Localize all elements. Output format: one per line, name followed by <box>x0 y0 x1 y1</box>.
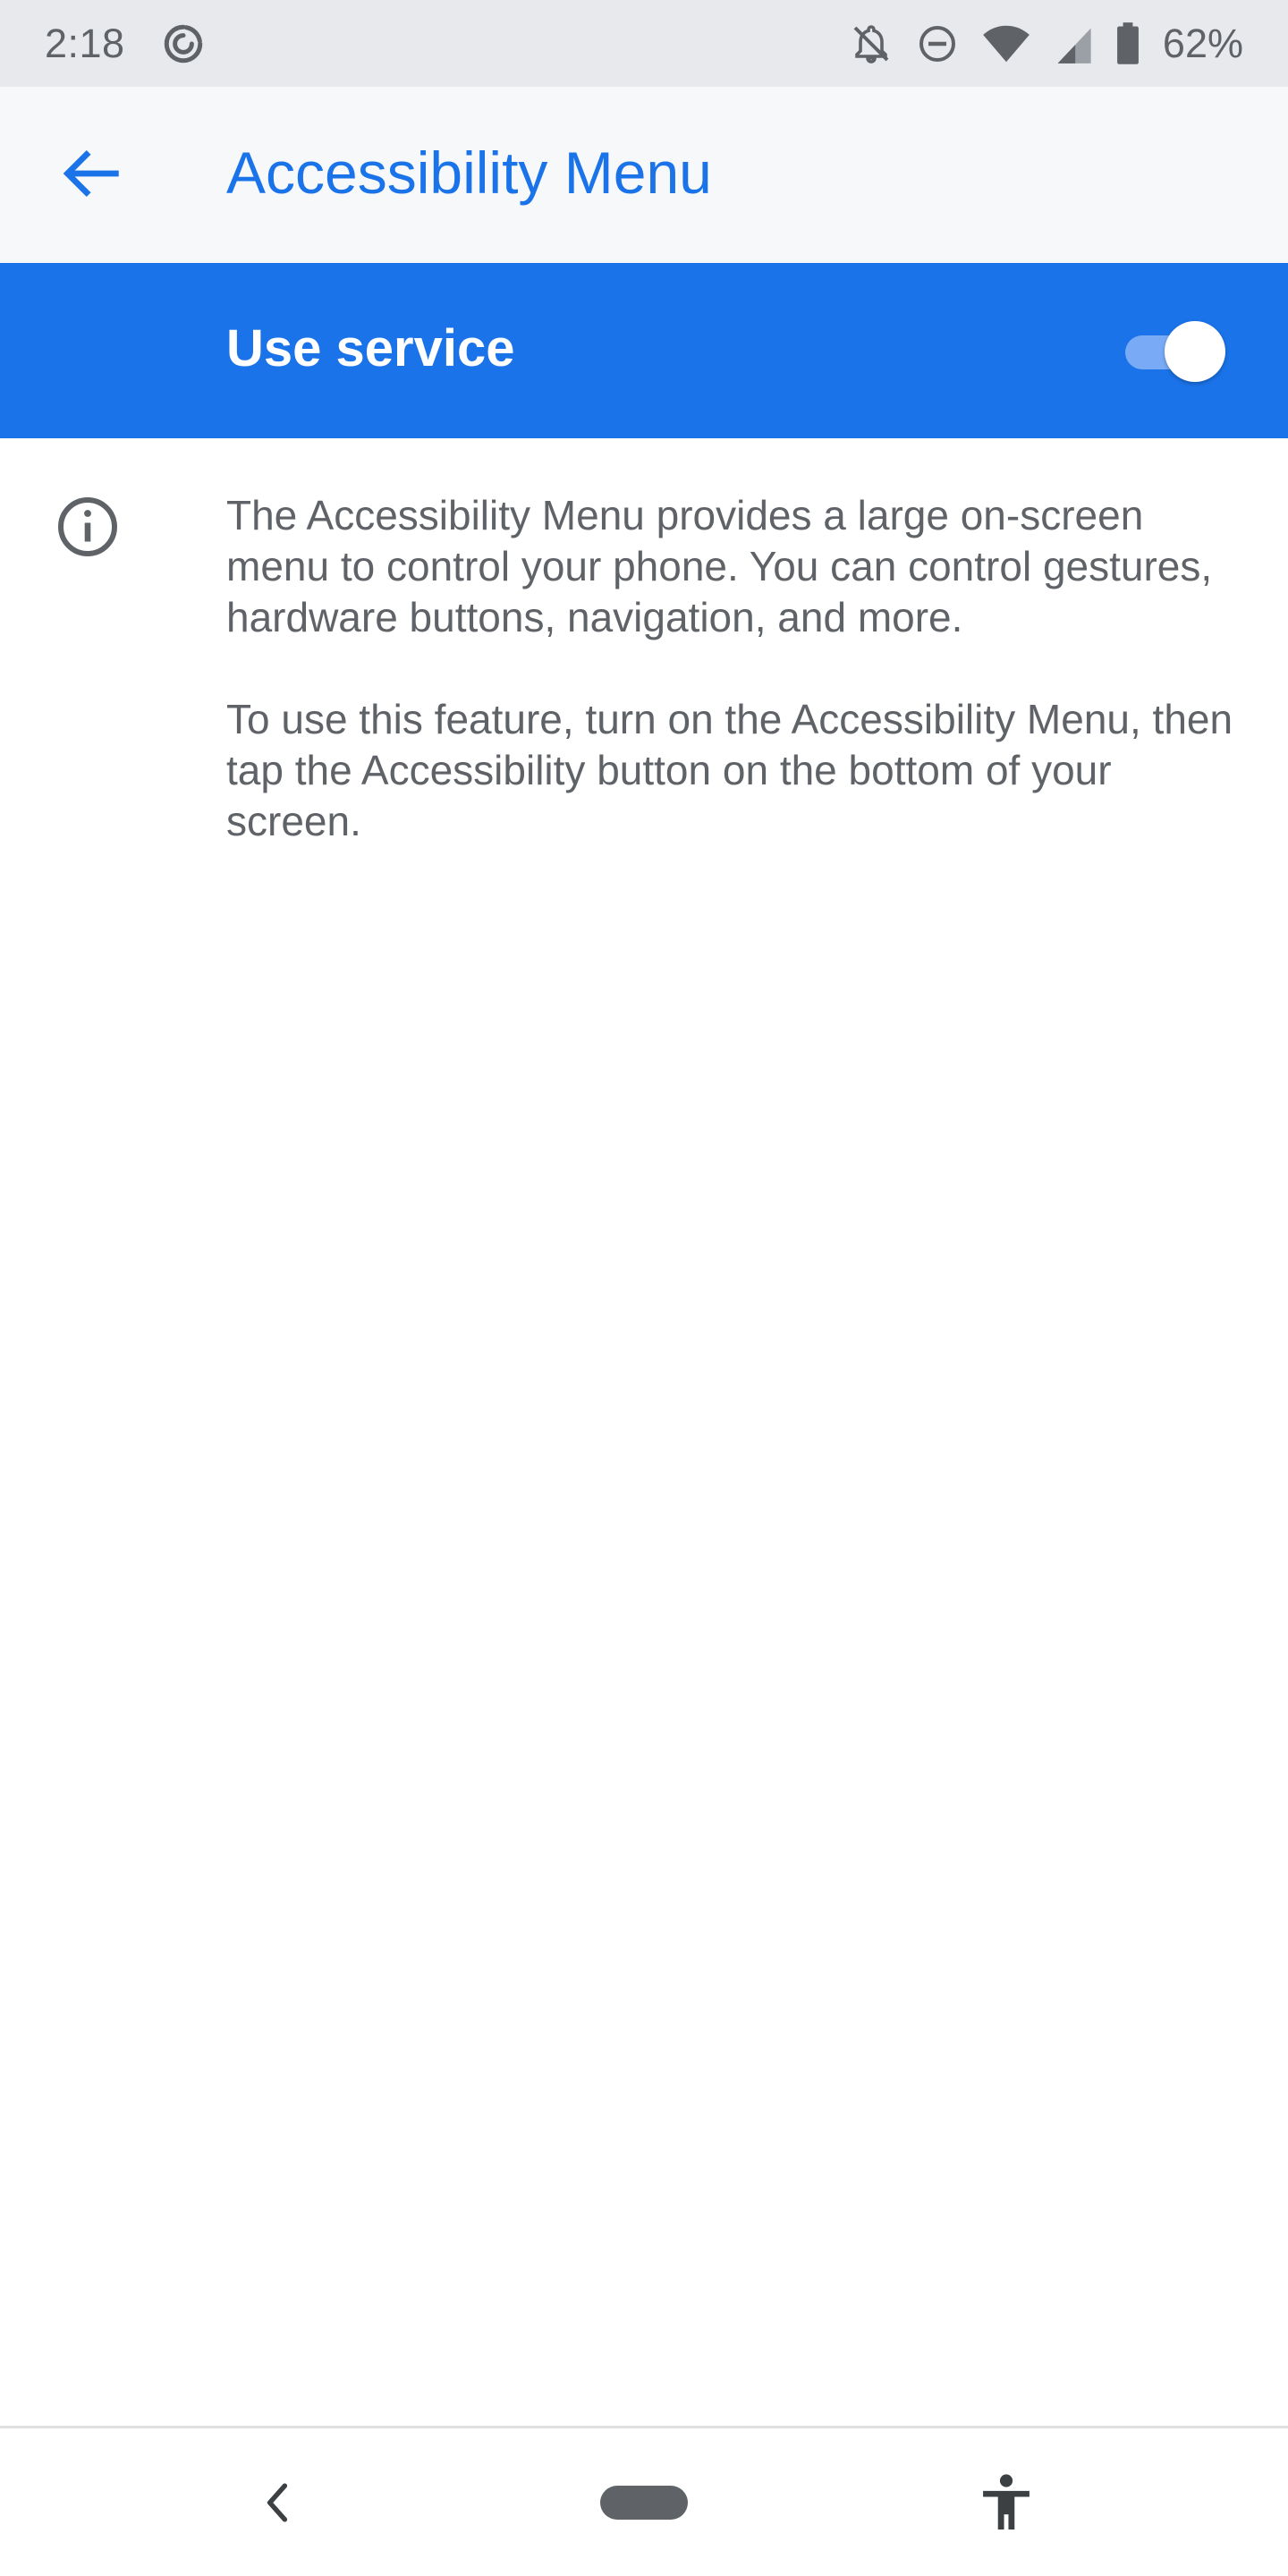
info-paragraph-1: The Accessibility Menu provides a large … <box>226 492 1213 640</box>
app-bar: Accessibility Menu <box>0 87 1288 263</box>
back-button[interactable] <box>52 144 129 207</box>
status-time: 2:18 <box>45 20 125 66</box>
status-icons: 62% <box>850 21 1243 67</box>
info-icon <box>55 495 120 559</box>
screen: 2:18 62% Accessibility Menu Use service … <box>0 0 1288 2576</box>
notifications-off-icon <box>850 22 893 65</box>
do-not-disturb-icon <box>916 22 959 65</box>
accessibility-button[interactable] <box>975 2469 1038 2540</box>
navigation-bar <box>0 2428 1288 2576</box>
accessibility-icon <box>979 2473 1033 2537</box>
info-description: The Accessibility Menu provides a large … <box>226 490 1237 847</box>
data-saver-icon <box>161 21 206 66</box>
battery-icon <box>1116 21 1140 65</box>
use-service-toggle[interactable] <box>1122 320 1227 383</box>
info-paragraph-2: To use this feature, turn on the Accessi… <box>226 696 1233 844</box>
toggle-thumb <box>1165 321 1225 382</box>
battery-percent: 62% <box>1162 20 1243 66</box>
nav-back-button[interactable] <box>250 2473 304 2536</box>
status-bar: 2:18 62% <box>0 0 1288 87</box>
nav-back-icon <box>264 2482 291 2528</box>
nav-home-pill[interactable] <box>600 2486 688 2520</box>
arrow-back-icon <box>60 148 121 204</box>
page-title: Accessibility Menu <box>226 140 712 206</box>
use-service-row[interactable]: Use service <box>0 263 1288 438</box>
wifi-icon <box>982 22 1030 65</box>
cell-signal-icon <box>1054 22 1093 65</box>
use-service-label: Use service <box>226 319 515 377</box>
